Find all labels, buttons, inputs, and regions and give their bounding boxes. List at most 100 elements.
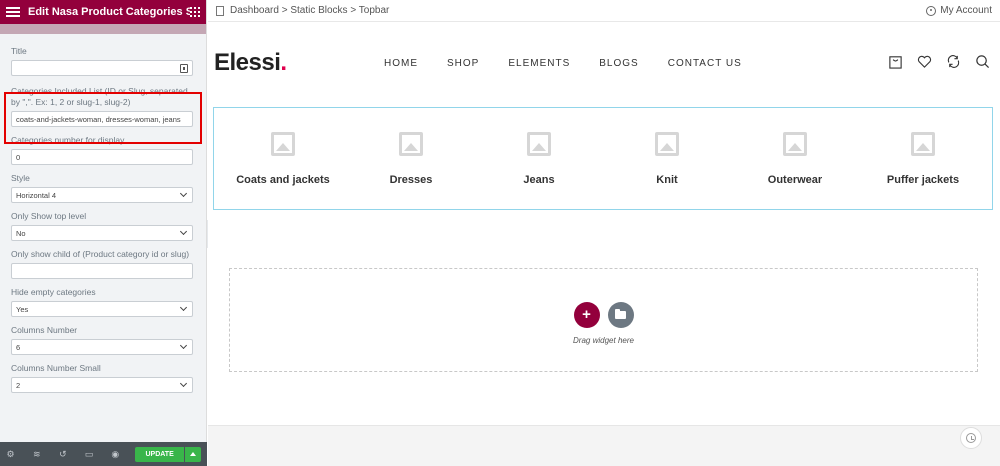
style-select-value: Horizontal 4 xyxy=(16,190,57,200)
image-placeholder-icon xyxy=(911,132,935,156)
header-icons xyxy=(888,54,990,69)
update-button[interactable]: UPDATE xyxy=(134,446,185,462)
save-options-button[interactable] xyxy=(185,446,201,462)
site-header: Elessi. HOME SHOP ELEMENTS BLOGS CONTACT… xyxy=(208,22,1000,104)
field-columns-number-small: Columns Number Small 2 xyxy=(11,363,195,393)
columns-number-select[interactable]: 6 xyxy=(11,339,193,355)
admin-topbar: Dashboard > Static Blocks > Topbar My Ac… xyxy=(208,0,1000,22)
category-name: Jeans xyxy=(523,174,555,186)
add-section-dropzone[interactable]: + Drag widget here xyxy=(229,268,978,372)
category-name: Dresses xyxy=(389,174,433,186)
field-only-top-level-label: Only Show top level xyxy=(11,211,87,221)
panel-header: Edit Nasa Product Categories SC xyxy=(0,0,206,24)
title-input[interactable] xyxy=(11,60,193,76)
panel-tabs-bar xyxy=(0,24,206,34)
field-only-top-level: Only Show top level No xyxy=(11,211,195,241)
product-categories-widget[interactable]: Coats and jackets Dresses Jeans Knit Out… xyxy=(213,107,993,210)
image-placeholder-icon xyxy=(783,132,807,156)
hamburger-menu-icon[interactable] xyxy=(6,7,20,17)
nav-item-blogs[interactable]: BLOGS xyxy=(599,58,638,69)
folder-icon xyxy=(615,308,626,319)
field-hide-empty: Hide empty categories Yes xyxy=(11,287,195,317)
chevron-down-icon xyxy=(179,189,188,198)
main-nav: HOME SHOP ELEMENTS BLOGS CONTACT US xyxy=(384,58,742,69)
plus-icon: + xyxy=(582,306,591,323)
image-placeholder-icon xyxy=(655,132,679,156)
footer-strip xyxy=(208,425,1000,466)
clock-icon xyxy=(966,433,976,443)
editor-panel: Edit Nasa Product Categories SC Title Ca… xyxy=(0,0,207,466)
panel-title: Edit Nasa Product Categories SC xyxy=(28,6,190,18)
nav-item-shop[interactable]: SHOP xyxy=(447,58,479,69)
user-icon xyxy=(926,5,937,16)
nav-item-home[interactable]: HOME xyxy=(384,58,418,69)
nav-item-elements[interactable]: ELEMENTS xyxy=(508,58,570,69)
revision-history-button[interactable] xyxy=(960,427,982,449)
category-name: Outerwear xyxy=(767,174,823,186)
only-top-level-select[interactable]: No xyxy=(11,225,193,241)
nav-item-contact-us[interactable]: CONTACT US xyxy=(668,58,742,69)
field-only-child-of: Only show child of (Product category id … xyxy=(11,249,195,279)
categories-number-input[interactable]: 0 xyxy=(11,149,193,165)
category-item[interactable]: Outerwear xyxy=(736,108,854,209)
category-item[interactable]: Coats and jackets xyxy=(224,108,342,209)
preview-eye-icon[interactable]: ◉ xyxy=(111,449,120,459)
field-style: Style Horizontal 4 xyxy=(11,173,195,203)
search-icon[interactable] xyxy=(975,54,990,69)
page-icon xyxy=(216,5,224,16)
category-name: Coats and jackets xyxy=(236,174,330,186)
preview-frame: Dashboard > Static Blocks > Topbar My Ac… xyxy=(208,0,1000,466)
hide-empty-select[interactable]: Yes xyxy=(11,301,193,317)
navigator-layers-icon[interactable]: ≋ xyxy=(32,449,41,459)
responsive-mode-icon[interactable]: ▭ xyxy=(85,449,94,459)
chevron-down-icon xyxy=(179,379,188,388)
category-name: Knit xyxy=(656,174,678,186)
columns-number-value: 6 xyxy=(16,342,21,352)
category-item[interactable]: Knit xyxy=(608,108,726,209)
category-item[interactable]: Jeans xyxy=(480,108,598,209)
field-hide-empty-label: Hide empty categories xyxy=(11,287,96,297)
panel-footer: ⚙ ≋ ↺ ▭ ◉ UPDATE xyxy=(0,442,207,466)
image-placeholder-icon xyxy=(527,132,551,156)
field-columns-number-small-label: Columns Number Small xyxy=(11,363,101,373)
category-name: Puffer jackets xyxy=(886,174,960,186)
field-columns-number: Columns Number 6 xyxy=(11,325,195,355)
dynamic-tags-icon[interactable] xyxy=(180,63,188,73)
chevron-down-icon xyxy=(179,227,188,236)
logo-dot: . xyxy=(280,49,287,76)
columns-number-small-value: 2 xyxy=(16,380,21,390)
hide-empty-value: Yes xyxy=(16,304,29,314)
highlight-box xyxy=(4,92,202,144)
site-logo[interactable]: Elessi. xyxy=(214,49,384,77)
field-style-label: Style xyxy=(11,173,30,183)
field-columns-number-label: Columns Number xyxy=(11,325,78,335)
dropzone-label: Drag widget here xyxy=(573,335,634,345)
heart-icon[interactable] xyxy=(917,54,932,69)
widgets-grid-icon[interactable] xyxy=(190,7,200,17)
my-account-link[interactable]: My Account xyxy=(926,5,992,16)
elementor-editor: Edit Nasa Product Categories SC Title Ca… xyxy=(0,0,1000,466)
category-item[interactable]: Puffer jackets xyxy=(864,108,982,209)
only-top-level-value: No xyxy=(16,228,26,238)
my-account-label: My Account xyxy=(940,5,992,16)
caret-up-icon xyxy=(190,452,197,456)
chevron-down-icon xyxy=(179,341,188,350)
only-child-of-input[interactable] xyxy=(11,263,193,279)
settings-gear-icon[interactable]: ⚙ xyxy=(6,449,15,459)
chevron-down-icon xyxy=(179,303,188,312)
field-title: Title xyxy=(11,46,195,76)
add-template-button[interactable] xyxy=(607,301,634,328)
history-icon[interactable]: ↺ xyxy=(58,449,67,459)
columns-number-small-select[interactable]: 2 xyxy=(11,377,193,393)
dropzone-buttons: + xyxy=(573,301,634,328)
add-section-button[interactable]: + xyxy=(573,301,600,328)
compare-sync-icon[interactable] xyxy=(946,54,961,69)
image-placeholder-icon xyxy=(271,132,295,156)
cart-icon[interactable] xyxy=(888,54,903,69)
style-select[interactable]: Horizontal 4 xyxy=(11,187,193,203)
settings-fields: Title Categories Included List (ID or Sl… xyxy=(0,34,206,393)
breadcrumb[interactable]: Dashboard > Static Blocks > Topbar xyxy=(230,5,926,16)
category-item[interactable]: Dresses xyxy=(352,108,470,209)
field-only-child-of-label: Only show child of (Product category id … xyxy=(11,249,190,259)
image-placeholder-icon xyxy=(399,132,423,156)
